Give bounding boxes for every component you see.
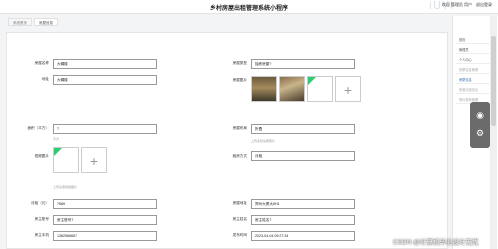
- house-image-3[interactable]: [307, 76, 333, 102]
- camera-icon[interactable]: ◉: [475, 110, 485, 120]
- publish-time-field[interactable]: 2023-04-04 09:27:34: [251, 231, 355, 241]
- landlord-name-field[interactable]: 房主姓名7: [251, 215, 355, 225]
- rent-method-field[interactable]: 月租: [251, 151, 355, 161]
- user-greeting: 欢迎 管理员 用户: [441, 2, 472, 7]
- layout-label: 房屋布局: [232, 126, 247, 130]
- address-label: 地址: [41, 77, 49, 81]
- house-image-label: 房屋图片: [232, 78, 247, 82]
- house-type-label: 房屋类型: [232, 61, 247, 65]
- image-hint: 上传多张房屋照片: [251, 139, 276, 143]
- rent-field[interactable]: 7689: [53, 199, 157, 209]
- rent-label: 月租（元）: [31, 201, 49, 205]
- layout-field[interactable]: 折叠: [251, 124, 355, 134]
- house-type-field[interactable]: 独栋房屋?: [251, 59, 355, 69]
- video-hint: 上传房源视频图片: [53, 185, 78, 189]
- publish-time-label: 发布时间: [232, 233, 247, 237]
- video-image-1[interactable]: [53, 147, 79, 173]
- scrollbar-thumb[interactable]: [491, 36, 496, 126]
- location-label: 房屋地址: [232, 201, 247, 205]
- user-info: 欢迎 管理员 用户 退出登录: [442, 2, 492, 8]
- location-field[interactable]: 郑州大厦大8H1: [251, 199, 355, 209]
- rent-method-label: 租房方式: [232, 154, 247, 158]
- phone-label: 房主手机: [34, 233, 49, 237]
- house-name-label: 房屋名称: [34, 61, 49, 65]
- house-image-2[interactable]: [279, 76, 305, 102]
- add-image-button[interactable]: +: [335, 76, 361, 102]
- house-image-1[interactable]: [251, 76, 277, 102]
- area-label: 面积（平方）: [27, 126, 49, 130]
- house-form: 房屋名称 大碉楼 房屋类型 独栋房屋? 地址 大碉楼 · 房屋图片 + 上传多张…: [6, 32, 448, 249]
- area-unit: 平方: [53, 137, 60, 141]
- logout-link[interactable]: 退出登录: [476, 2, 492, 8]
- breadcrumb: 系统首页 房屋信息: [0, 18, 58, 28]
- scrollbar[interactable]: [490, 16, 497, 249]
- address-field[interactable]: 大碉楼: [53, 75, 157, 85]
- landlord-name-label: 房主姓名: [232, 217, 247, 221]
- plus-icon: +: [89, 153, 99, 169]
- landlord-no-field[interactable]: 房主账号7: [53, 215, 157, 225]
- tab-home[interactable]: 系统首页: [8, 18, 32, 26]
- phone-field[interactable]: 1382566667: [53, 231, 157, 241]
- video-label: 视频图片: [34, 154, 49, 158]
- page-title: 乡村房屋出租管理系统小程序: [209, 6, 288, 12]
- app-window: 乡村房屋出租管理系统小程序 iUYI 欢迎 管理员 用户 退出登录 系统首页 房…: [0, 0, 498, 249]
- top-header: 乡村房屋出租管理系统小程序 iUYI 欢迎 管理员 用户 退出登录: [0, 0, 498, 14]
- landlord-no-label: 房主账号: [34, 217, 49, 221]
- floating-toolbar: ◉ ⚙: [470, 102, 490, 148]
- area-field[interactable]: 7: [53, 124, 157, 134]
- house-name-field[interactable]: 大碉楼: [53, 59, 157, 69]
- settings-icon[interactable]: ⚙: [475, 128, 485, 138]
- csdn-watermark: CSDN @计算机毕业设计无忧: [393, 239, 479, 246]
- tab-house-info[interactable]: 房屋信息: [34, 18, 58, 26]
- plus-icon: +: [343, 82, 353, 98]
- add-video-button[interactable]: +: [81, 147, 107, 173]
